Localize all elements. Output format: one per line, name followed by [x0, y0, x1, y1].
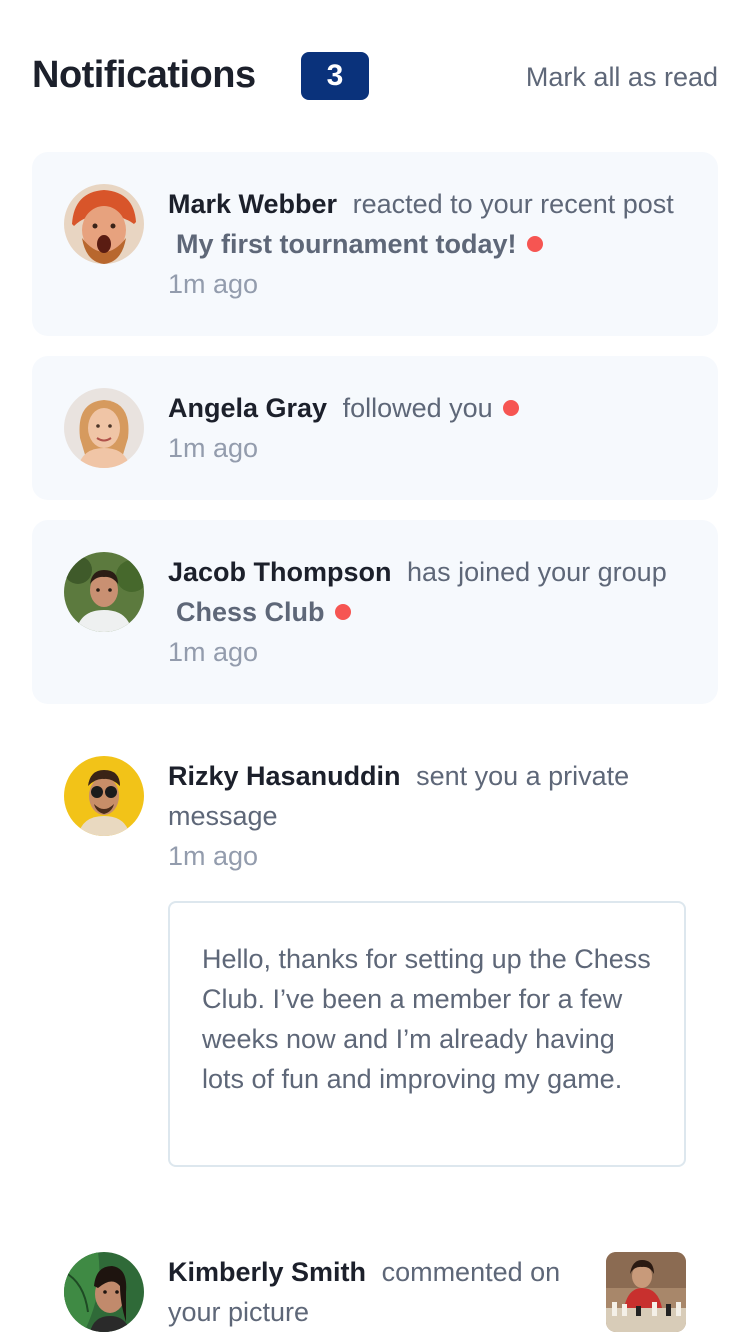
mark-all-as-read-button[interactable]: Mark all as read: [526, 62, 718, 93]
avatar-rizky-hasanuddin-icon[interactable]: [64, 756, 144, 836]
chess-picture-thumbnail-icon[interactable]: [606, 1252, 686, 1332]
notification-text: Angela Gray followed you 1m ago: [168, 388, 678, 468]
user-name-link[interactable]: Kimberly Smith: [168, 1257, 366, 1287]
notifications-header: Notifications 3 Mark all as read: [32, 50, 718, 106]
post-title-link[interactable]: My first tournament today!: [176, 229, 517, 259]
notification-action: has joined your group: [407, 557, 667, 587]
notification-time: 1m ago: [168, 269, 259, 299]
unread-count-badge: 3: [301, 52, 369, 100]
notification-text: Kimberly Smith commented on your picture: [168, 1252, 598, 1332]
notification-text: Jacob Thompson has joined your group Che…: [168, 552, 678, 672]
private-message-preview[interactable]: Hello, thanks for setting up the Chess C…: [168, 901, 686, 1167]
avatar-jacob-thompson-icon[interactable]: [64, 552, 144, 632]
notification-item[interactable]: Kimberly Smith commented on your picture: [32, 1220, 718, 1334]
notification-action: reacted to your recent post: [352, 189, 674, 219]
notification-text: Mark Webber reacted to your recent post …: [168, 184, 678, 304]
notification-item[interactable]: Angela Gray followed you 1m ago: [32, 356, 718, 500]
page-title: Notifications: [32, 54, 256, 96]
group-link[interactable]: Chess Club: [176, 597, 325, 627]
notification-time: 1m ago: [168, 841, 259, 871]
notification-item[interactable]: Mark Webber reacted to your recent post …: [32, 152, 718, 336]
user-name-link[interactable]: Rizky Hasanuddin: [168, 761, 401, 791]
user-name-link[interactable]: Jacob Thompson: [168, 557, 392, 587]
user-name-link[interactable]: Mark Webber: [168, 189, 337, 219]
notification-text: Rizky Hasanuddin sent you a private mess…: [168, 756, 678, 876]
unread-dot-icon: [334, 604, 351, 620]
notification-item[interactable]: Jacob Thompson has joined your group Che…: [32, 520, 718, 704]
avatar-mark-webber-icon[interactable]: [64, 184, 144, 264]
notification-time: 1m ago: [168, 433, 259, 463]
user-name-link[interactable]: Angela Gray: [168, 393, 327, 423]
notification-time: 1m ago: [168, 637, 259, 667]
avatar-angela-gray-icon[interactable]: [64, 388, 144, 468]
unread-dot-icon: [526, 236, 543, 252]
avatar-kimberly-smith-icon[interactable]: [64, 1252, 144, 1332]
notification-action: followed you: [342, 393, 493, 423]
unread-dot-icon: [502, 400, 519, 416]
